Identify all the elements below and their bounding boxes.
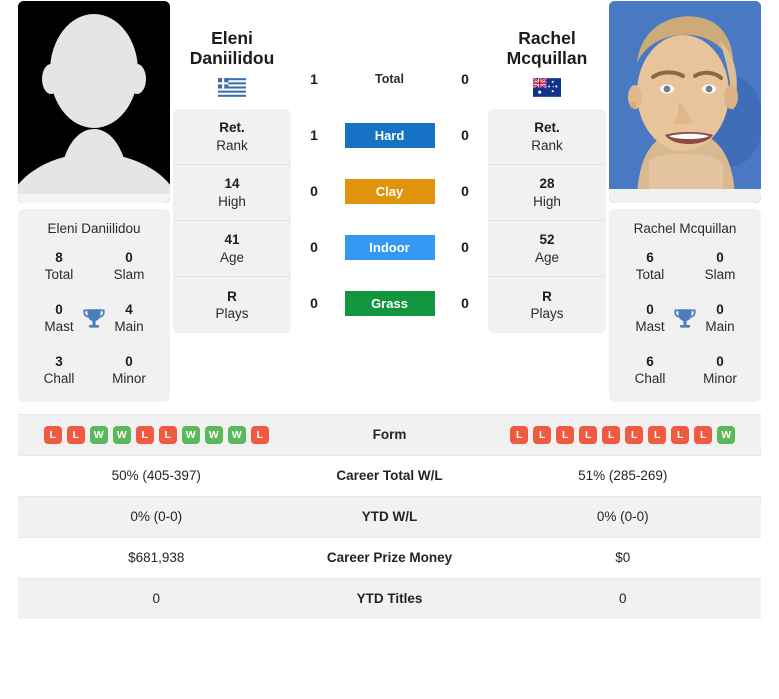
surface-badge-indoor[interactable]: Indoor	[344, 234, 435, 260]
left-titles-slam: 0 Slam	[113, 250, 145, 283]
form-badge-win[interactable]: W	[112, 425, 131, 444]
row-label-ytd-wl: YTD W/L	[294, 495, 485, 537]
form-badge-loss[interactable]: L	[694, 425, 713, 444]
table-row-form: LLWWLLWWWL Form LLLLLLLLLW	[18, 413, 762, 455]
row-label-ytd-titles: YTD Titles	[294, 577, 485, 619]
h2h-right-grass: 0	[461, 295, 469, 312]
right-titles-card: Rachel Mcquillan 6 Total 0 Slam 0 Mast 0…	[609, 209, 761, 402]
left-player-photo[interactable]	[18, 1, 170, 204]
form-badge-win[interactable]: W	[204, 425, 223, 444]
table-row-ytd-titles: 0 YTD Titles 0	[18, 577, 761, 619]
right-titles-grid: 6 Total 0 Slam 0 Mast 0 Main 6 Chall 0 M…	[615, 250, 755, 387]
right-career-prize-money: $0	[484, 536, 761, 578]
h2h-row-hard: 1 Hard 0	[294, 107, 485, 163]
form-badge-loss[interactable]: L	[625, 425, 644, 444]
left-stats-column: Ret. Rank 14 High 41 Age R Plays	[173, 1, 291, 334]
table-row-prize-money: $681,938 Career Prize Money $0	[18, 536, 761, 578]
form-badge-win[interactable]: W	[181, 425, 200, 444]
right-player-card-name: Rachel Mcquillan	[633, 221, 737, 237]
left-stat-high: 14 High	[173, 165, 291, 222]
surface-badge-hard[interactable]: Hard	[344, 122, 435, 148]
surface-badge-clay[interactable]: Clay	[344, 178, 435, 204]
row-label-prize-money: Career Prize Money	[294, 536, 485, 578]
table-row-career-wl: 50% (405-397) Career Total W/L 51% (285-…	[18, 454, 761, 496]
form-badge-win[interactable]: W	[89, 425, 108, 444]
player-headshot-image	[609, 1, 761, 204]
h2h-right-total: 0	[461, 71, 469, 88]
h2h-left-clay: 0	[310, 183, 318, 200]
left-titles-chall: 3 Chall	[43, 353, 75, 386]
right-stats-column: Ret. Rank 28 High 52 Age R Plays	[488, 1, 606, 334]
head-to-head-column: 1 Total 0 1 Hard 0 0 Clay 0 0 Indoor 0 0…	[294, 1, 485, 331]
left-form-cell: LLWWLLWWWL	[18, 413, 295, 455]
h2h-row-indoor: 0 Indoor 0	[294, 219, 485, 275]
left-form-strip: LLWWLLWWWL	[18, 425, 295, 444]
form-badge-loss[interactable]: L	[602, 425, 621, 444]
right-career-total-wl: 51% (285-269)	[484, 454, 761, 496]
form-badge-loss[interactable]: L	[250, 425, 269, 444]
right-stat-age: 52 Age	[488, 221, 606, 278]
h2h-row-clay: 0 Clay 0	[294, 163, 485, 219]
h2h-row-total: 1 Total 0	[294, 51, 485, 107]
left-ytd-wl: 0% (0-0)	[18, 495, 295, 537]
left-titles-minor: 0 Minor	[112, 353, 146, 386]
avatar-placeholder-icon	[18, 1, 170, 204]
surface-badge-grass[interactable]: Grass	[344, 290, 435, 316]
right-titles-chall: 6 Chall	[634, 353, 666, 386]
left-stat-plays: R Plays	[215, 288, 249, 322]
form-badge-loss[interactable]: L	[158, 425, 177, 444]
form-badge-loss[interactable]: L	[648, 425, 667, 444]
row-label-form: Form	[294, 413, 485, 455]
left-titles-grid: 8 Total 0 Slam 0 Mast 4 Main 3 Chall 0 M…	[24, 250, 164, 387]
right-titles-minor: 0 Minor	[703, 353, 737, 386]
left-stat-rank: Ret. Rank	[173, 109, 291, 166]
right-stat-rank: Ret. Rank	[488, 109, 606, 166]
form-badge-loss[interactable]: L	[556, 425, 575, 444]
player-comparison-page: Eleni Daniilidou Rachel Mcquillan Eleni …	[0, 0, 779, 619]
table-row-ytd-wl: 0% (0-0) YTD W/L 0% (0-0)	[18, 495, 761, 537]
form-badge-loss[interactable]: L	[510, 425, 529, 444]
right-player-photo[interactable]	[609, 1, 761, 204]
h2h-right-hard: 0	[461, 127, 469, 144]
form-badge-loss[interactable]: L	[43, 425, 62, 444]
form-badge-win[interactable]: W	[717, 425, 736, 444]
h2h-row-grass: 0 Grass 0	[294, 275, 485, 331]
form-badge-loss[interactable]: L	[66, 425, 85, 444]
right-titles-slam: 0 Slam	[704, 250, 736, 283]
h2h-left-total: 1	[310, 71, 318, 88]
left-player-panel: Eleni Daniilidou 8 Total 0 Slam 0 Mast 4…	[18, 1, 170, 402]
left-ytd-titles: 0	[18, 577, 295, 619]
form-badge-loss[interactable]: L	[579, 425, 598, 444]
left-titles-card: Eleni Daniilidou 8 Total 0 Slam 0 Mast 4…	[18, 209, 170, 402]
left-career-total-wl: 50% (405-397)	[18, 454, 295, 496]
h2h-left-hard: 1	[310, 127, 318, 144]
h2h-right-indoor: 0	[461, 239, 469, 256]
left-stat-age: 41 Age	[173, 221, 291, 278]
right-ytd-wl: 0% (0-0)	[484, 495, 761, 537]
left-career-prize-money: $681,938	[18, 536, 295, 578]
right-titles-total: 6 Total	[635, 250, 665, 283]
h2h-right-clay: 0	[461, 183, 469, 200]
h2h-label-total: Total	[375, 72, 404, 87]
left-titles-total: 8 Total	[44, 250, 74, 283]
left-player-card-name: Eleni Daniilidou	[47, 221, 141, 237]
trophy-icon	[81, 306, 107, 332]
right-player-panel: Rachel Mcquillan 6 Total 0 Slam 0 Mast 0…	[609, 1, 761, 402]
comparison-stats-table: LLWWLLWWWL Form LLLLLLLLLW 50% (405-397)…	[18, 413, 762, 619]
right-form-cell: LLLLLLLLLW	[484, 413, 762, 455]
right-ytd-titles: 0	[484, 577, 761, 619]
h2h-left-grass: 0	[310, 295, 318, 312]
trophy-icon	[672, 306, 698, 332]
form-badge-loss[interactable]: L	[135, 425, 154, 444]
form-badge-loss[interactable]: L	[533, 425, 552, 444]
form-badge-loss[interactable]: L	[671, 425, 690, 444]
right-stat-plays: R Plays	[530, 288, 564, 322]
row-label-career-wl: Career Total W/L	[294, 454, 485, 496]
right-form-strip: LLLLLLLLLW	[485, 425, 762, 444]
form-badge-win[interactable]: W	[227, 425, 246, 444]
comparison-body: Eleni Daniilidou 8 Total 0 Slam 0 Mast 4…	[18, 1, 761, 402]
right-stat-high: 28 High	[488, 165, 606, 222]
h2h-left-indoor: 0	[310, 239, 318, 256]
